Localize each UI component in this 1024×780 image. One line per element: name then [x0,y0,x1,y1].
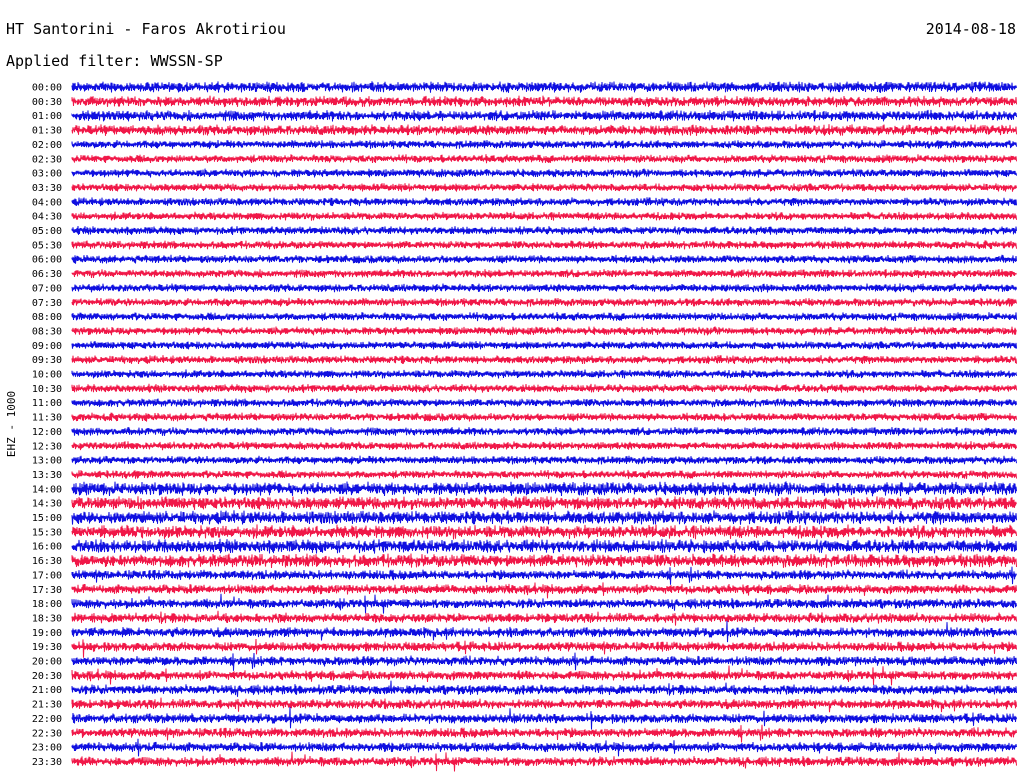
trace-0900 [71,340,1017,350]
trace-2330 [71,751,1017,772]
trace-1600 [71,538,1017,554]
row-label-0230: 02:30 [32,154,62,165]
trace-0130 [71,124,1017,136]
row-label-0030: 00:30 [32,97,62,108]
trace-0100 [71,109,1017,122]
trace-2000 [71,652,1017,671]
trace-1130 [71,412,1017,422]
time-labels: 00:00 00:30 01:00 01:30 02:00 02:30 03:00 03:30… [32,83,62,768]
trace-0000 [71,81,1017,93]
trace-1500 [71,510,1017,525]
seismogram-plot: 00:00 00:30 01:00 01:30 02:00 02:30 03:00 03:30… [32,81,1017,772]
trace-0230 [71,154,1017,164]
trace-1200 [71,426,1017,436]
row-label-0830: 08:30 [32,326,62,337]
trace-2230 [71,724,1017,743]
trace-1100 [71,398,1017,408]
trace-0200 [71,139,1017,149]
row-label-1100: 11:00 [32,398,62,409]
row-label-1430: 14:30 [32,499,62,510]
row-label-2200: 22:00 [32,714,62,725]
trace-1530 [71,524,1017,540]
trace-0830 [71,326,1017,336]
row-label-1030: 10:30 [32,384,62,395]
row-label-0900: 09:00 [32,341,62,352]
trace-0430 [71,211,1017,221]
trace-1800 [71,593,1017,614]
row-label-1400: 14:00 [32,484,62,495]
row-label-0800: 08:00 [32,312,62,323]
row-label-2300: 23:00 [32,743,62,754]
row-label-1800: 18:00 [32,599,62,610]
row-label-0330: 03:30 [32,183,62,194]
trace-2200 [71,706,1017,730]
trace-1700 [71,566,1017,585]
row-label-1600: 16:00 [32,542,62,553]
row-label-2000: 20:00 [32,657,62,668]
row-label-0100: 01:00 [32,111,62,122]
row-label-1530: 15:30 [32,527,62,538]
trace-0030 [71,95,1017,108]
trace-0600 [71,254,1017,264]
row-label-0530: 05:30 [32,240,62,251]
trace-1000 [71,369,1017,379]
row-label-1700: 17:00 [32,570,62,581]
row-label-1000: 10:00 [32,370,62,381]
row-label-1130: 11:30 [32,413,62,424]
traces [71,81,1017,772]
trace-1930 [71,638,1017,658]
row-label-1330: 13:30 [32,470,62,481]
row-label-2330: 23:30 [32,757,62,768]
row-label-1200: 12:00 [32,427,62,438]
row-label-0600: 06:00 [32,255,62,266]
row-label-0500: 05:00 [32,226,62,237]
trace-1430 [71,496,1017,511]
row-label-1930: 19:30 [32,642,62,653]
trace-1300 [71,455,1017,465]
row-label-2030: 20:30 [32,671,62,682]
trace-0400 [71,197,1017,207]
row-label-1900: 19:00 [32,628,62,639]
row-label-0000: 00:00 [32,83,62,94]
trace-1400 [71,481,1017,497]
trace-0330 [71,183,1017,192]
row-label-0200: 02:00 [32,140,62,151]
row-label-1730: 17:30 [32,585,62,596]
trace-1330 [71,469,1017,480]
trace-0300 [71,168,1017,178]
trace-1900 [71,620,1017,643]
trace-0500 [71,225,1017,236]
row-label-1830: 18:30 [32,613,62,624]
row-label-2230: 22:30 [32,728,62,739]
row-label-1630: 16:30 [32,556,62,567]
row-label-0630: 06:30 [32,269,62,280]
trace-0700 [71,283,1017,293]
trace-2130 [71,697,1017,713]
trace-2300 [71,738,1017,757]
row-label-1500: 15:00 [32,513,62,524]
trace-1230 [71,441,1017,451]
row-label-1300: 13:00 [32,456,62,467]
trace-0530 [71,240,1017,250]
trace-2030 [71,665,1017,686]
trace-1830 [71,610,1017,626]
trace-0930 [71,355,1017,365]
trace-0630 [71,269,1017,279]
row-label-2100: 21:00 [32,685,62,696]
trace-0800 [71,312,1017,322]
row-label-0730: 07:30 [32,298,62,309]
trace-0730 [71,297,1017,307]
row-label-0930: 09:30 [32,355,62,366]
row-label-0400: 04:00 [32,197,62,208]
row-label-0300: 03:00 [32,169,62,180]
trace-2100 [71,680,1017,697]
row-label-2130: 21:30 [32,700,62,711]
trace-1730 [71,582,1017,599]
row-label-0430: 04:30 [32,212,62,223]
trace-1030 [71,383,1017,393]
row-label-0700: 07:00 [32,283,62,294]
row-label-1230: 12:30 [32,441,62,452]
row-label-0130: 01:30 [32,126,62,137]
trace-1630 [71,553,1017,569]
